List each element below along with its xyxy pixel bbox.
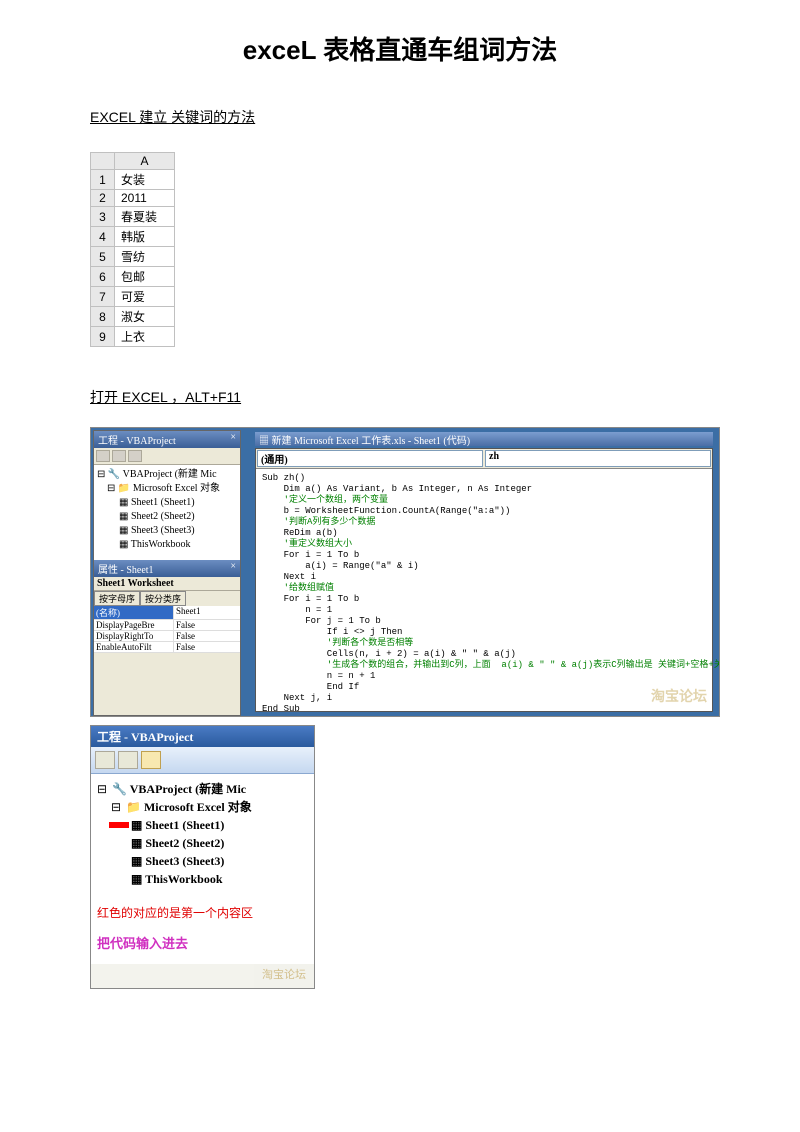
code-editor[interactable]: Sub zh() Dim a() As Variant, b As Intege…	[256, 469, 712, 717]
row-header: 6	[91, 267, 115, 287]
project-toolbar	[94, 448, 240, 465]
tree-workbook[interactable]: ▦ ThisWorkbook	[97, 538, 237, 552]
section-heading-1: EXCEL 建立 关键词的方法	[90, 107, 710, 127]
prop-value[interactable]: Sheet1	[174, 606, 240, 619]
toolbar-button[interactable]	[95, 751, 115, 769]
cell: 淑女	[115, 307, 175, 327]
prop-name[interactable]: DisplayRightTo	[94, 631, 174, 641]
tab-category[interactable]: 按分类序	[140, 591, 186, 606]
col-header-a: A	[115, 153, 175, 170]
prop-name[interactable]: EnableAutoFilt	[94, 642, 174, 652]
red-arrow-icon	[109, 822, 129, 828]
tree-folder[interactable]: ⊟ 📁 Microsoft Excel 对象	[95, 798, 310, 816]
tree-sheet1[interactable]: ▦ Sheet1 (Sheet1)	[95, 816, 310, 834]
tree-sheet2[interactable]: ▦ Sheet2 (Sheet2)	[95, 834, 310, 852]
cell: 2011	[115, 190, 175, 207]
project-tree: ⊟ 🔧 VBAProject (新建 Mic ⊟ 📁 Microsoft Exc…	[94, 465, 240, 560]
prop-value[interactable]: False	[174, 631, 240, 641]
code-window-title: ▦ 新建 Microsoft Excel 工作表.xls - Sheet1 (代…	[255, 432, 713, 446]
props-title-text: 属性 - Sheet1	[98, 561, 154, 576]
tree-workbook[interactable]: ▦ ThisWorkbook	[95, 870, 310, 888]
tree-root[interactable]: ⊟ 🔧 VBAProject (新建 Mic	[95, 780, 310, 798]
row-header: 7	[91, 287, 115, 307]
annotation-red: 红色的对应的是第一个内容区	[91, 894, 314, 925]
row-header: 9	[91, 327, 115, 347]
props-panel-title: 属性 - Sheet1 ×	[94, 560, 240, 577]
toolbar-button[interactable]	[96, 450, 110, 462]
vba-project-closeup: 工程 - VBAProject ⊟ 🔧 VBAProject (新建 Mic ⊟…	[90, 725, 315, 989]
tree-sheet1[interactable]: ▦ Sheet1 (Sheet1)	[97, 496, 237, 510]
toolbar-button[interactable]	[141, 751, 161, 769]
page-title: exceL 表格直通车组词方法	[90, 30, 710, 67]
prop-value[interactable]: False	[174, 620, 240, 630]
row-header: 1	[91, 170, 115, 190]
vba-code-area: ▦ 新建 Microsoft Excel 工作表.xls - Sheet1 (代…	[249, 430, 717, 716]
cell: 上衣	[115, 327, 175, 347]
watermark: 淘宝论坛	[651, 686, 707, 706]
props-object-selector[interactable]: Sheet1 Worksheet	[94, 577, 240, 591]
procedure-dropdown[interactable]: zh	[485, 450, 711, 467]
project-panel-title: 工程 - VBAProject ×	[94, 431, 240, 448]
code-window: (通用) zh Sub zh() Dim a() As Variant, b A…	[255, 448, 713, 712]
row-header: 8	[91, 307, 115, 327]
cell: 可爱	[115, 287, 175, 307]
project-panel-title: 工程 - VBAProject	[91, 726, 314, 747]
annotation-pink: 把代码输入进去	[91, 925, 314, 964]
cell: 韩版	[115, 227, 175, 247]
watermark: 淘宝论坛	[91, 964, 314, 988]
row-header: 3	[91, 207, 115, 227]
props-tabs: 按字母序 按分类序	[94, 591, 240, 606]
section-heading-2: 打开 EXCEL ，ALT+F11	[90, 387, 710, 407]
corner-cell	[91, 153, 115, 170]
vba-left-panel: 工程 - VBAProject × ⊟ 🔧 VBAProject (新建 Mic…	[93, 430, 241, 716]
project-toolbar	[91, 747, 314, 774]
object-dropdown[interactable]: (通用)	[257, 450, 483, 467]
cell: 女装	[115, 170, 175, 190]
toolbar-button[interactable]	[128, 450, 142, 462]
close-icon[interactable]: ×	[230, 432, 236, 447]
vba-editor-screenshot: 工程 - VBAProject × ⊟ 🔧 VBAProject (新建 Mic…	[90, 427, 720, 717]
excel-keyword-table: A 1女装 22011 3春夏装 4韩版 5雪纺 6包邮 7可爱 8淑女 9上衣	[90, 152, 175, 347]
title-text: 工程 - VBAProject	[97, 728, 193, 745]
prop-name[interactable]: DisplayPageBre	[94, 620, 174, 630]
cell: 雪纺	[115, 247, 175, 267]
toolbar-button[interactable]	[112, 450, 126, 462]
close-icon[interactable]: ×	[230, 561, 236, 576]
tab-alpha[interactable]: 按字母序	[94, 591, 140, 606]
prop-name[interactable]: (名称)	[94, 606, 174, 619]
tree-sheet3[interactable]: ▦ Sheet3 (Sheet3)	[97, 524, 237, 538]
prop-value[interactable]: False	[174, 642, 240, 652]
project-title-text: 工程 - VBAProject	[98, 432, 176, 447]
row-header: 2	[91, 190, 115, 207]
tree-sheet2[interactable]: ▦ Sheet2 (Sheet2)	[97, 510, 237, 524]
tree-folder[interactable]: ⊟ 📁 Microsoft Excel 对象	[97, 482, 237, 496]
tree-sheet3[interactable]: ▦ Sheet3 (Sheet3)	[95, 852, 310, 870]
row-header: 5	[91, 247, 115, 267]
project-tree: ⊟ 🔧 VBAProject (新建 Mic ⊟ 📁 Microsoft Exc…	[91, 774, 314, 894]
cell: 包邮	[115, 267, 175, 287]
tree-root[interactable]: ⊟ 🔧 VBAProject (新建 Mic	[97, 468, 237, 482]
row-header: 4	[91, 227, 115, 247]
props-grid: (名称)Sheet1 DisplayPageBreFalse DisplayRi…	[94, 606, 240, 653]
cell: 春夏装	[115, 207, 175, 227]
toolbar-button[interactable]	[118, 751, 138, 769]
